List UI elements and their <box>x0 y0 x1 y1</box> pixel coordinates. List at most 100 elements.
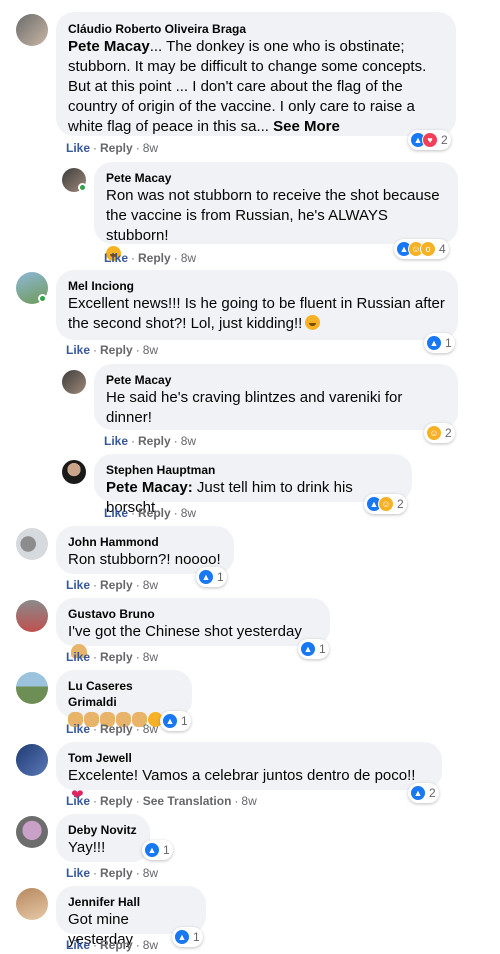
reaction-count: 1 <box>163 843 170 857</box>
comment-bubble: Pete Macay He said he's craving blintzes… <box>94 364 458 430</box>
reaction-summary[interactable]: ▲ 1 <box>142 840 173 860</box>
comment-actions: Like · Reply · 8w <box>104 251 197 265</box>
reply-button[interactable]: Reply <box>100 650 133 664</box>
timestamp[interactable]: 8w <box>143 141 158 155</box>
reaction-count: 2 <box>429 786 436 800</box>
reply-button[interactable]: Reply <box>138 506 171 520</box>
comment-actions: Like · Reply · 8w <box>66 578 159 592</box>
reaction-summary[interactable]: ▲ 1 <box>424 333 455 353</box>
avatar[interactable] <box>62 370 86 394</box>
comment-text: Ron stubborn?! noooo! <box>68 551 221 568</box>
comment-actions: Like · Reply · 8w <box>104 506 197 520</box>
like-button[interactable]: Like <box>66 722 90 736</box>
timestamp[interactable]: 8w <box>143 866 158 880</box>
timestamp[interactable]: 8w <box>241 794 256 808</box>
like-button[interactable]: Like <box>66 650 90 664</box>
comment-thread: Cláudio Roberto Oliveira Braga Pete Maca… <box>0 0 500 954</box>
avatar[interactable] <box>16 744 48 776</box>
reply-button[interactable]: Reply <box>100 722 133 736</box>
reply-button[interactable]: Reply <box>100 938 133 952</box>
comment-text: Excellent news!!! Is he going to be flue… <box>68 295 445 332</box>
comment-text: Pete Macay... The donkey is one who is o… <box>68 38 427 135</box>
mention-link[interactable]: Pete Macay: <box>106 479 193 496</box>
reaction-count: 2 <box>397 497 404 511</box>
comment-actions: Like · Reply · 8w <box>66 866 159 880</box>
like-button[interactable]: Like <box>104 506 128 520</box>
comment-author[interactable]: Pete Macay <box>106 372 446 388</box>
comment-author[interactable]: Mel Inciong <box>68 278 446 294</box>
avatar[interactable] <box>16 14 48 46</box>
avatar[interactable] <box>16 816 48 848</box>
like-button[interactable]: Like <box>104 434 128 448</box>
like-button[interactable]: Like <box>66 866 90 880</box>
reply-button[interactable]: Reply <box>100 141 133 155</box>
comment-actions: Like · Reply · 8w <box>104 434 197 448</box>
reply-button[interactable]: Reply <box>138 251 171 265</box>
reaction-summary[interactable]: ▲ 1 <box>160 711 191 731</box>
timestamp[interactable]: 8w <box>143 578 158 592</box>
comment-text: Yay!!! <box>68 839 106 856</box>
reply-button[interactable]: Reply <box>100 794 133 808</box>
reaction-summary[interactable]: ▲ ☺ 2 <box>364 494 407 514</box>
avatar[interactable] <box>62 460 86 484</box>
like-button[interactable]: Like <box>104 251 128 265</box>
reaction-summary[interactable]: ▲ 1 <box>298 639 329 659</box>
timestamp[interactable]: 8w <box>143 722 158 736</box>
comment-author[interactable]: John Hammond <box>68 534 222 550</box>
comment-author[interactable]: Pete Macay <box>106 170 446 186</box>
comment-author[interactable]: Cláudio Roberto Oliveira Braga <box>68 21 444 37</box>
comment-author[interactable]: Lu Caseres Grimaldi <box>68 678 180 710</box>
reaction-summary[interactable]: ☺ 2 <box>424 423 455 443</box>
avatar[interactable] <box>16 888 48 920</box>
reaction-summary[interactable]: ▲ 1 <box>196 567 227 587</box>
like-button[interactable]: Like <box>66 578 90 592</box>
timestamp[interactable]: 8w <box>143 938 158 952</box>
avatar[interactable] <box>16 672 48 704</box>
like-reaction-icon: ▲ <box>426 335 442 351</box>
like-button[interactable]: Like <box>66 794 90 808</box>
reaction-summary[interactable]: ▲ ☺ o 4 <box>394 239 449 259</box>
reaction-count: 2 <box>445 426 452 440</box>
comment-author[interactable]: Deby Novitz <box>68 822 138 838</box>
comment-bubble: Cláudio Roberto Oliveira Braga Pete Maca… <box>56 12 456 136</box>
comment-actions: Like · Reply · 8w <box>66 722 159 736</box>
like-button[interactable]: Like <box>66 343 90 357</box>
timestamp[interactable]: 8w <box>143 650 158 664</box>
timestamp[interactable]: 8w <box>181 506 196 520</box>
reaction-summary[interactable]: ▲ 2 <box>408 783 439 803</box>
reaction-count: 2 <box>441 133 448 147</box>
reaction-summary[interactable]: ▲ 1 <box>172 927 203 947</box>
comment-author[interactable]: Stephen Hauptman <box>106 462 400 478</box>
reply-button[interactable]: Reply <box>100 343 133 357</box>
like-reaction-icon: ▲ <box>144 842 160 858</box>
comment-text: Ron was not stubborn to receive the shot… <box>106 187 440 244</box>
like-reaction-icon: ▲ <box>174 929 190 945</box>
wow-reaction-icon: o <box>420 241 436 257</box>
like-reaction-icon: ▲ <box>410 785 426 801</box>
comment-actions: Like · Reply · 8w <box>66 938 159 952</box>
avatar[interactable] <box>16 528 48 560</box>
avatar[interactable] <box>16 600 48 632</box>
comment-author[interactable]: Jennifer Hall <box>68 894 194 910</box>
comment-bubble: Tom Jewell Excelente! Vamos a celebrar j… <box>56 742 442 804</box>
see-translation-link[interactable]: See Translation <box>143 794 232 808</box>
comment-bubble: Gustavo Bruno I've got the Chinese shot … <box>56 598 330 658</box>
reply-button[interactable]: Reply <box>138 434 171 448</box>
comment-actions: Like · Reply · 8w <box>66 343 159 357</box>
timestamp[interactable]: 8w <box>181 251 196 265</box>
like-button[interactable]: Like <box>66 141 90 155</box>
timestamp[interactable]: 8w <box>181 434 196 448</box>
reaction-count: 1 <box>445 336 452 350</box>
reaction-summary[interactable]: ▲ ♥ 2 <box>408 130 451 150</box>
like-button[interactable]: Like <box>66 938 90 952</box>
mention-link[interactable]: Pete Macay <box>68 38 150 55</box>
comment-bubble: Stephen Hauptman Pete Macay: Just tell h… <box>94 454 412 516</box>
comment-author[interactable]: Tom Jewell <box>68 750 430 766</box>
timestamp[interactable]: 8w <box>143 343 158 357</box>
reply-button[interactable]: Reply <box>100 866 133 880</box>
comment-author[interactable]: Gustavo Bruno <box>68 606 318 622</box>
comment-bubble: Mel Inciong Excellent news!!! Is he goin… <box>56 270 458 340</box>
reply-button[interactable]: Reply <box>100 578 133 592</box>
see-more-link[interactable]: See More <box>273 118 340 135</box>
reaction-count: 1 <box>181 714 188 728</box>
